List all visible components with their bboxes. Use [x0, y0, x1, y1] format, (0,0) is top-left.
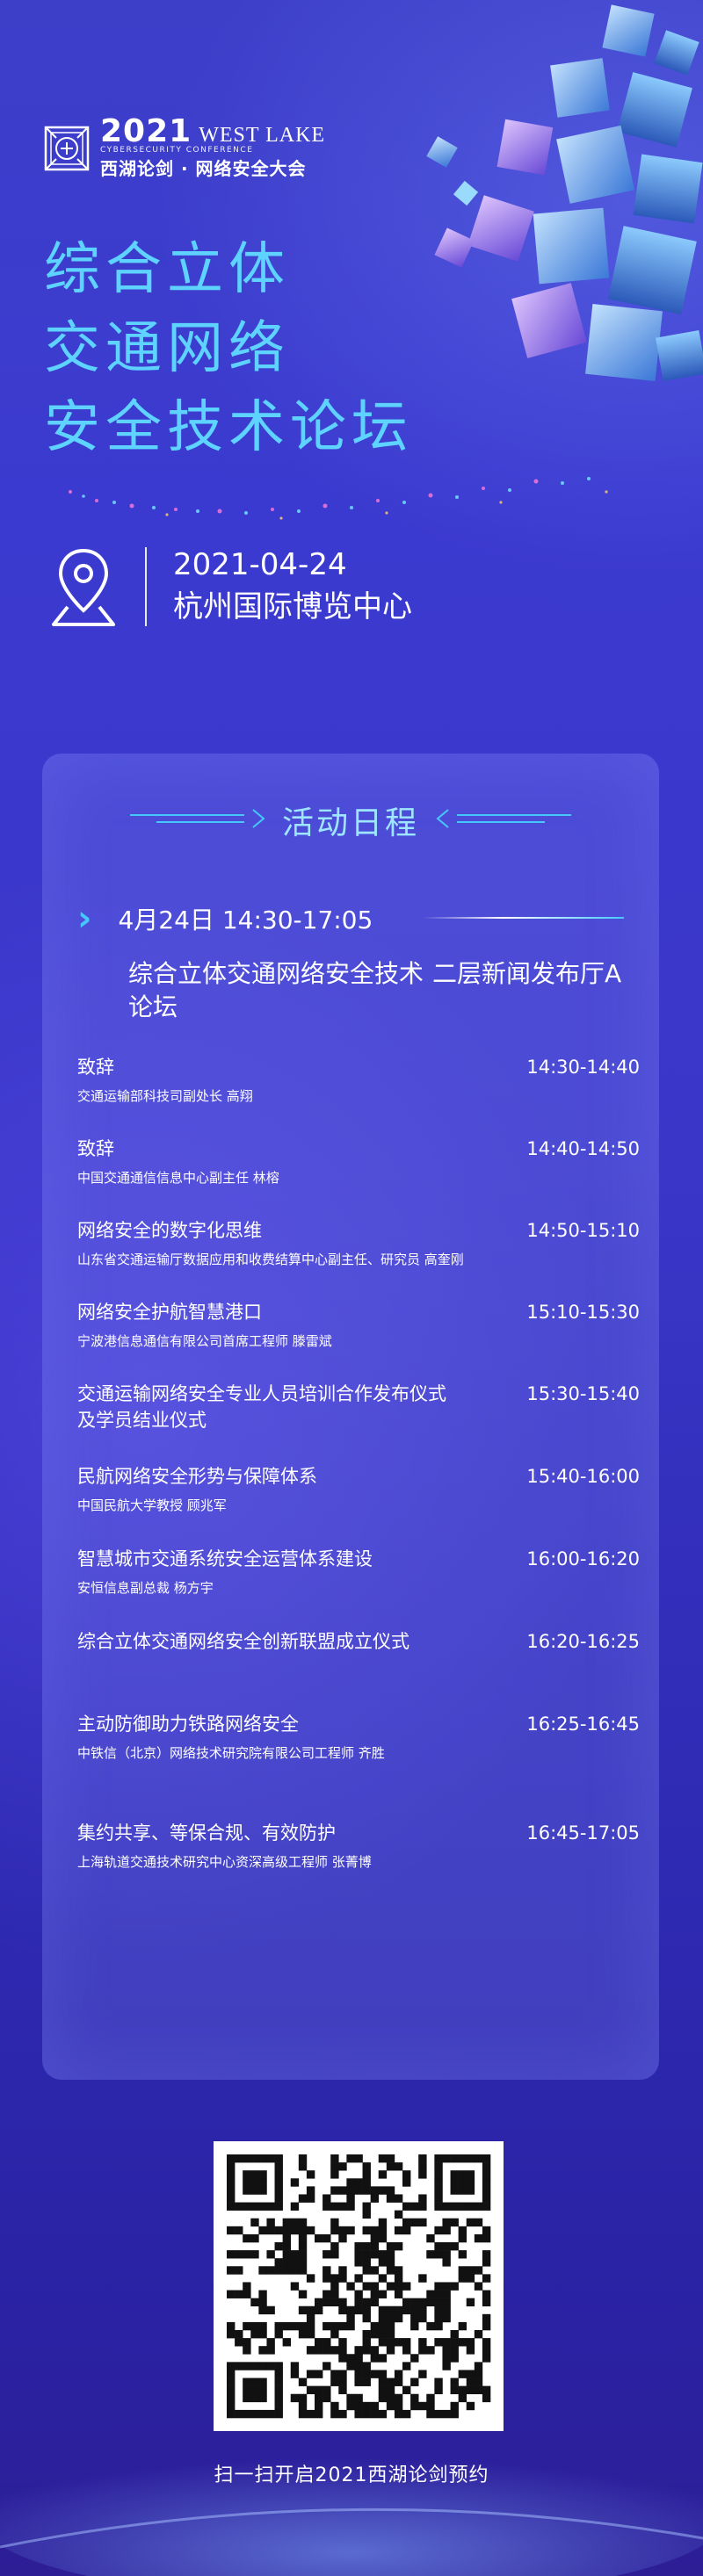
session-name: 综合立体交通网络安全技术论坛 [128, 959, 424, 1021]
forum-title: 综合立体 交通网络 安全技术论坛 [44, 230, 413, 467]
agenda-title: 集约共享、等保合规、有效防护 [77, 1822, 336, 1844]
agenda-title: 网络安全的数字化思维 [77, 1220, 262, 1241]
chevron-right-icon: › [77, 898, 92, 939]
agenda-item: 致辞 14:30-14:40 交通运输部科技司副处长 高翔 [77, 1054, 640, 1107]
agenda-item: 集约共享、等保合规、有效防护 16:45-17:05 上海轨道交通技术研究中心资… [77, 1820, 640, 1872]
agenda-item: 主动防御助力铁路网络安全 16:25-16:45 中铁信（北京）网络技术研究院有… [77, 1711, 640, 1764]
logo-brand-en: WEST LAKE [199, 124, 326, 147]
event-info: 2021-04-24 杭州国际博览中心 [48, 545, 412, 629]
agenda-title: 主动防御助力铁路网络安全 [77, 1714, 299, 1735]
agenda-time: 16:20-16:25 [526, 1631, 640, 1652]
agenda-speaker: 山东省交通运输厅数据应用和收费结算中心副主任、研究员 高奎刚 [77, 1252, 464, 1267]
event-venue: 杭州国际博览中心 [173, 589, 412, 624]
logo-subtitle-en: CYBERSECURITY CONFERENCE [100, 146, 254, 155]
agenda-item: 网络安全护航智慧港口 15:10-15:30 宁波港信息通信有限公司首席工程师 … [77, 1299, 640, 1352]
agenda-time: 16:00-16:20 [526, 1548, 640, 1569]
session-header: › 4月24日 14:30-17:05 [77, 901, 373, 936]
agenda-time: 16:25-16:45 [526, 1714, 640, 1735]
agenda-time: 15:10-15:30 [526, 1302, 640, 1323]
agenda-title: 致辞 [77, 1138, 114, 1159]
agenda-time: 15:30-15:40 [526, 1383, 640, 1404]
title-line-1: 综合立体 [44, 237, 290, 302]
agenda-speaker: 交通运输部科技司副处长 高翔 [77, 1088, 253, 1104]
agenda-speaker: 上海轨道交通技术研究中心资深高级工程师 张菁博 [77, 1854, 372, 1870]
schedule-panel: 活动日程 › 4月24日 14:30-17:05 综合立体交通网络安全技术论坛 … [42, 754, 659, 2080]
logo-year: 2021 [100, 113, 192, 149]
agenda-item: 致辞 14:40-14:50 中国交通通信信息中心副主任 林榕 [77, 1136, 640, 1188]
agenda-speaker: 中铁信（北京）网络技术研究院有限公司工程师 齐胜 [77, 1745, 385, 1761]
agenda-item: 交通运输网络安全专业人员培训合作发布仪式及学员结业仪式 15:30-15:40 [77, 1381, 640, 1439]
title-line-3: 安全技术论坛 [44, 395, 413, 460]
logo-emblem-icon [44, 126, 90, 170]
agenda-time: 15:40-16:00 [526, 1466, 640, 1487]
agenda-title: 综合立体交通网络安全创新联盟成立仪式 [77, 1631, 409, 1652]
session-divider [422, 917, 624, 919]
agenda-item: 综合立体交通网络安全创新联盟成立仪式 16:20-16:25 [77, 1628, 640, 1660]
agenda-speaker: 安恒信息副总裁 杨方宇 [77, 1580, 214, 1596]
session-room: 二层新闻发布厅A [432, 959, 622, 988]
qr-code[interactable] [214, 2141, 504, 2431]
agenda-title: 交通运输网络安全专业人员培训合作发布仪式及学员结业仪式 [77, 1383, 446, 1431]
agenda-speaker: 中国民航大学教授 顾兆军 [77, 1497, 227, 1513]
event-date: 2021-04-24 [173, 547, 347, 582]
agenda-time: 14:40-14:50 [526, 1138, 640, 1159]
agenda-speaker: 中国交通通信信息中心副主任 林榕 [77, 1170, 279, 1186]
agenda-title: 民航网络安全形势与保障体系 [77, 1466, 317, 1487]
agenda-time: 14:30-14:40 [526, 1057, 640, 1078]
agenda-time: 14:50-15:10 [526, 1220, 640, 1241]
agenda-item: 网络安全的数字化思维 14:50-15:10 山东省交通运输厅数据应用和收费结算… [77, 1217, 640, 1270]
qr-caption: 扫一扫开启2021西湖论剑预约 [214, 2464, 489, 2486]
agenda-title: 网络安全护航智慧港口 [77, 1302, 262, 1323]
logo-brand-cn: 西湖论剑 · 网络安全大会 [100, 158, 307, 179]
heading-deco-right [436, 809, 571, 828]
agenda-item: 民航网络安全形势与保障体系 15:40-16:00 中国民航大学教授 顾兆军 [77, 1463, 640, 1516]
title-line-2: 交通网络 [44, 316, 290, 381]
qr-code-icon [227, 2154, 491, 2419]
location-pin-icon [52, 548, 115, 626]
agenda-item: 智慧城市交通系统安全运营体系建设 16:00-16:20 安恒信息副总裁 杨方宇 [77, 1546, 640, 1598]
agenda-title: 智慧城市交通系统安全运营体系建设 [77, 1548, 373, 1569]
agenda-speaker: 宁波港信息通信有限公司首席工程师 滕雷斌 [77, 1333, 332, 1349]
info-divider [145, 547, 147, 626]
session-time: 4月24日 14:30-17:05 [118, 906, 373, 934]
agenda-title: 致辞 [77, 1057, 114, 1078]
particle-band [69, 477, 608, 520]
agenda-time: 16:45-17:05 [526, 1822, 640, 1844]
conference-logo: 2021 WEST LAKE CYBERSECURITY CONFERENCE … [44, 116, 325, 180]
